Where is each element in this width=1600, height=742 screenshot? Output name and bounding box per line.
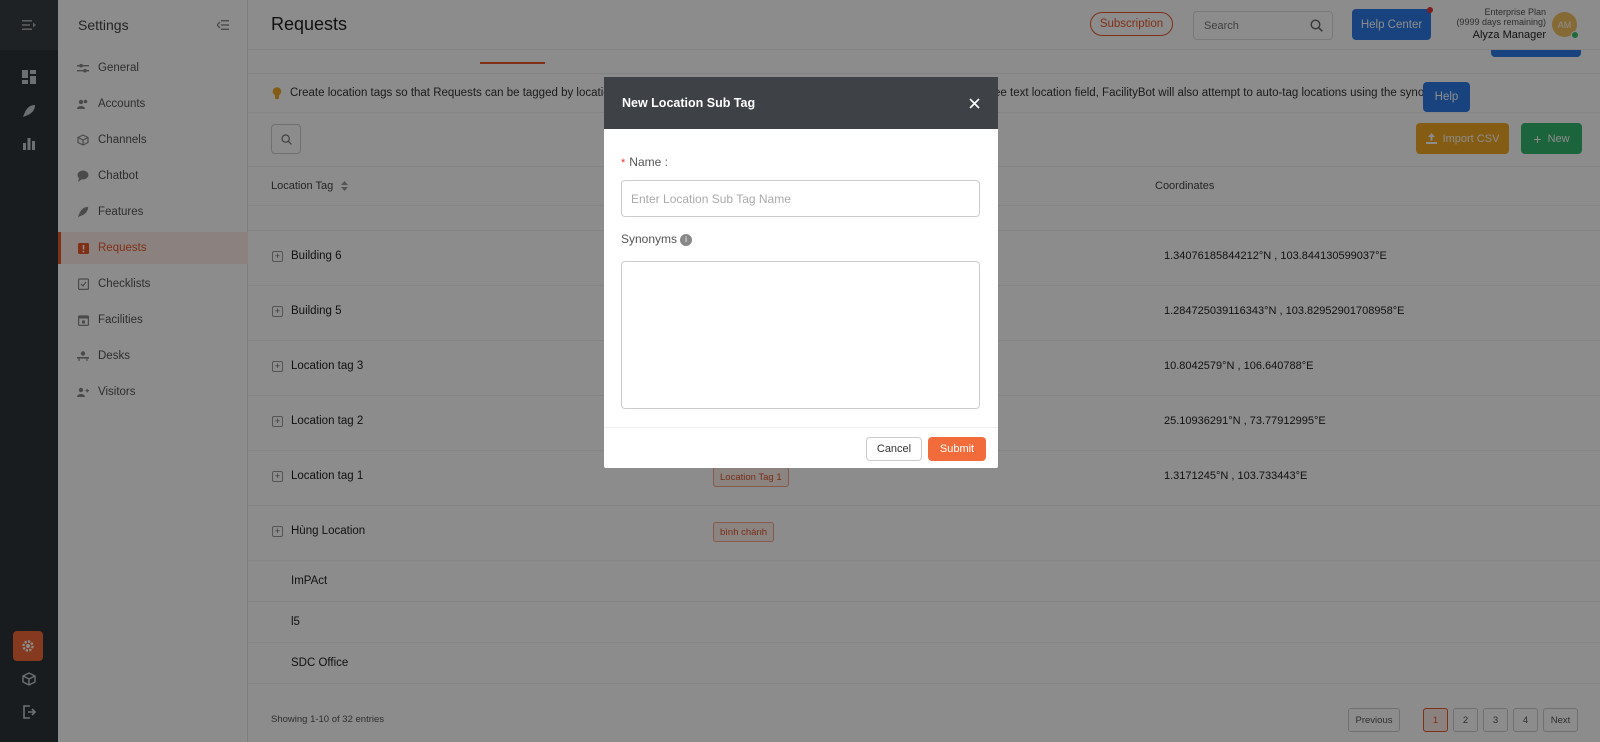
synonyms-field[interactable] bbox=[621, 261, 980, 409]
name-label-text: Name : bbox=[629, 155, 668, 169]
new-location-sub-tag-modal: New Location Sub Tag *Name : Synonymsi C… bbox=[604, 77, 998, 468]
name-field[interactable] bbox=[621, 180, 980, 217]
required-marker: * bbox=[621, 157, 626, 169]
modal-footer: Cancel Submit bbox=[604, 427, 998, 468]
modal-header: New Location Sub Tag bbox=[604, 77, 998, 129]
modal-title: New Location Sub Tag bbox=[622, 96, 756, 110]
close-icon[interactable] bbox=[969, 97, 980, 109]
synonyms-label-text: Synonyms bbox=[621, 232, 678, 246]
info-icon[interactable]: i bbox=[680, 233, 693, 246]
name-field-label: * Name : bbox=[621, 155, 668, 169]
cancel-button[interactable]: Cancel bbox=[866, 437, 922, 461]
synonyms-field-label: Synonyms i bbox=[621, 232, 693, 246]
submit-button[interactable]: Submit bbox=[928, 437, 986, 461]
